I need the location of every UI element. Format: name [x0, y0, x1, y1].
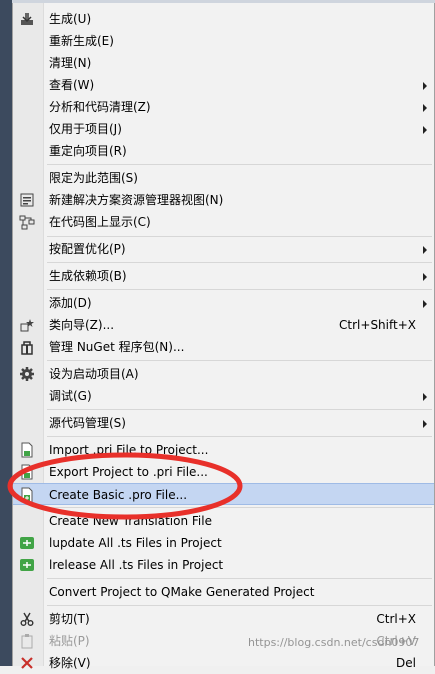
menu-item-new-view[interactable]: 新建解决方案资源管理器视图(N): [13, 189, 434, 211]
menu-item-label: lrelease All .ts Files in Project: [49, 558, 224, 572]
menu-item-cut[interactable]: 剪切(T) Ctrl+X: [13, 608, 434, 630]
menu-item-lupdate[interactable]: lupdate All .ts Files in Project: [13, 532, 434, 554]
menu-separator: [47, 236, 432, 237]
menu-item-label: 管理 NuGet 程序包(N)...: [49, 340, 185, 354]
menu-item-label: 查看(W): [49, 78, 95, 92]
menu-item-label: 分析和代码清理(Z): [49, 100, 151, 114]
menu-item-label: 限定为此范围(S): [49, 171, 138, 185]
export-file-icon: [19, 464, 35, 480]
menu-item-label: 新建解决方案资源管理器视图(N): [49, 193, 224, 207]
menu-item-import-pri[interactable]: Import .pri File to Project...: [13, 439, 434, 461]
submenu-arrow-icon: [423, 82, 427, 90]
menu-item-label: Create New Translation File: [49, 514, 212, 528]
submenu-arrow-icon: [423, 393, 427, 401]
menu-item-source-control[interactable]: 源代码管理(S): [13, 412, 434, 434]
menu-item-rebuild[interactable]: 重新生成(E): [13, 30, 434, 52]
menu-item-label: 移除(V): [49, 656, 91, 670]
menu-item-label: 调试(G): [49, 389, 92, 403]
submenu-arrow-icon: [423, 126, 427, 134]
menu-item-label: 剪切(T): [49, 612, 90, 626]
new-file-icon: [19, 487, 35, 503]
submenu-arrow-icon: [423, 420, 427, 428]
qt-linguist-icon: [19, 557, 35, 573]
menu-item-label: 重定向项目(R): [49, 144, 127, 158]
menu-separator: [47, 436, 432, 437]
menu-item-lrelease[interactable]: lrelease All .ts Files in Project: [13, 554, 434, 576]
code-map-icon: [19, 214, 35, 230]
shortcut-text: Ctrl+X: [376, 612, 416, 626]
solution-view-icon: [19, 192, 35, 208]
menu-item-clean[interactable]: 清理(N): [13, 52, 434, 74]
menu-item-build[interactable]: 生成(U): [13, 8, 434, 30]
submenu-arrow-icon: [423, 300, 427, 308]
menu-item-build-deps[interactable]: 生成依赖项(B): [13, 265, 434, 287]
shortcut-text: Ctrl+Shift+X: [339, 318, 416, 332]
menu-item-label: 按配置优化(P): [49, 242, 126, 256]
menu-item-remove[interactable]: 移除(V) Del: [13, 652, 434, 674]
menu-separator: [47, 289, 432, 290]
menu-item-profile-guided[interactable]: 按配置优化(P): [13, 238, 434, 260]
menu-item-label: 重新生成(E): [49, 34, 114, 48]
menu-separator: [47, 262, 432, 263]
menu-item-label: Convert Project to QMake Generated Proje…: [49, 585, 315, 599]
menu-item-debug[interactable]: 调试(G): [13, 385, 434, 407]
scissors-icon: [19, 611, 35, 627]
menu-item-label: 设为启动项目(A): [49, 367, 139, 381]
nuget-package-icon: [19, 339, 35, 355]
submenu-arrow-icon: [423, 246, 427, 254]
menu-item-label: 粘贴(P): [49, 634, 90, 648]
build-icon: [19, 11, 35, 27]
submenu-arrow-icon: [423, 104, 427, 112]
menu-item-create-translation[interactable]: Create New Translation File: [13, 510, 434, 532]
qt-linguist-icon: [19, 535, 35, 551]
menu-separator: [47, 409, 432, 410]
menu-item-label: 清理(N): [49, 56, 92, 70]
menu-item-nuget[interactable]: 管理 NuGet 程序包(N)...: [13, 336, 434, 358]
menu-item-class-wizard[interactable]: 类向导(Z)... Ctrl+Shift+X: [13, 314, 434, 336]
menu-separator: [47, 507, 432, 508]
menu-separator: [47, 164, 432, 165]
menu-item-label: Export Project to .pri File...: [49, 465, 208, 479]
menu-item-label: Create Basic .pro File...: [49, 488, 188, 502]
watermark: https://blog.csdn.net/csdn0907: [248, 636, 420, 649]
menu-item-label: lupdate All .ts Files in Project: [49, 536, 222, 550]
menu-item-label: 仅用于项目(J): [49, 122, 122, 136]
menu-item-view[interactable]: 查看(W): [13, 74, 434, 96]
menu-item-label: 源代码管理(S): [49, 416, 126, 430]
menu-item-retarget[interactable]: 重定向项目(R): [13, 140, 434, 162]
menu-item-code-map[interactable]: 在代码图上显示(C): [13, 211, 434, 233]
import-file-icon: [19, 442, 35, 458]
menu-item-scope[interactable]: 限定为此范围(S): [13, 167, 434, 189]
menu-separator: [47, 605, 432, 606]
menu-item-add[interactable]: 添加(D): [13, 292, 434, 314]
menu-item-label: 添加(D): [49, 296, 92, 310]
menu-item-label: 在代码图上显示(C): [49, 215, 151, 229]
menu-separator: [47, 578, 432, 579]
submenu-arrow-icon: [423, 273, 427, 281]
menu-item-label: 生成(U): [49, 12, 92, 26]
menu-item-analyze[interactable]: 分析和代码清理(Z): [13, 96, 434, 118]
menu-item-convert-qmake[interactable]: Convert Project to QMake Generated Proje…: [13, 581, 434, 603]
menu-item-export-pri[interactable]: Export Project to .pri File...: [13, 461, 434, 483]
context-menu: 生成(U) 重新生成(E) 清理(N) 查看(W) 分析和代码清理(Z) 仅用于…: [12, 3, 435, 670]
menu-item-label: 类向导(Z)...: [49, 318, 115, 332]
menu-item-label: 生成依赖项(B): [49, 269, 127, 283]
menu-item-create-pro[interactable]: Create Basic .pro File...: [13, 483, 434, 505]
background-window-edge: [0, 0, 12, 666]
gear-icon: [19, 366, 35, 382]
shortcut-text: Del: [396, 656, 416, 670]
clipboard-icon: [19, 633, 35, 649]
menu-item-label: Import .pri File to Project...: [49, 443, 209, 457]
class-wizard-icon: [19, 317, 35, 333]
menu-separator: [47, 360, 432, 361]
menu-item-startup[interactable]: 设为启动项目(A): [13, 363, 434, 385]
close-icon: [19, 655, 35, 671]
menu-item-project-only[interactable]: 仅用于项目(J): [13, 118, 434, 140]
